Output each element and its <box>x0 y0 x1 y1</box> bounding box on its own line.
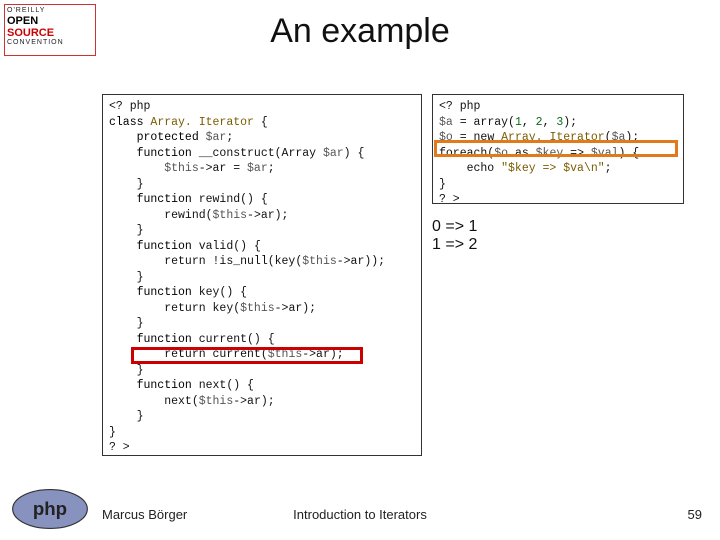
code-box-left: <? php class Array. Iterator { protected… <box>102 94 422 456</box>
footer-page: 59 <box>688 507 702 522</box>
footer-title: Introduction to Iterators <box>0 507 720 522</box>
slide-title: An example <box>0 12 720 51</box>
output-line: 0 => 1 <box>432 218 477 236</box>
output-line: 1 => 2 <box>432 236 477 254</box>
code-box-right: <? php $a = array(1, 2, 3); $o = new Arr… <box>432 94 684 204</box>
output-text: 0 => 1 1 => 2 <box>432 218 477 254</box>
code-line: <? php <box>109 100 150 113</box>
